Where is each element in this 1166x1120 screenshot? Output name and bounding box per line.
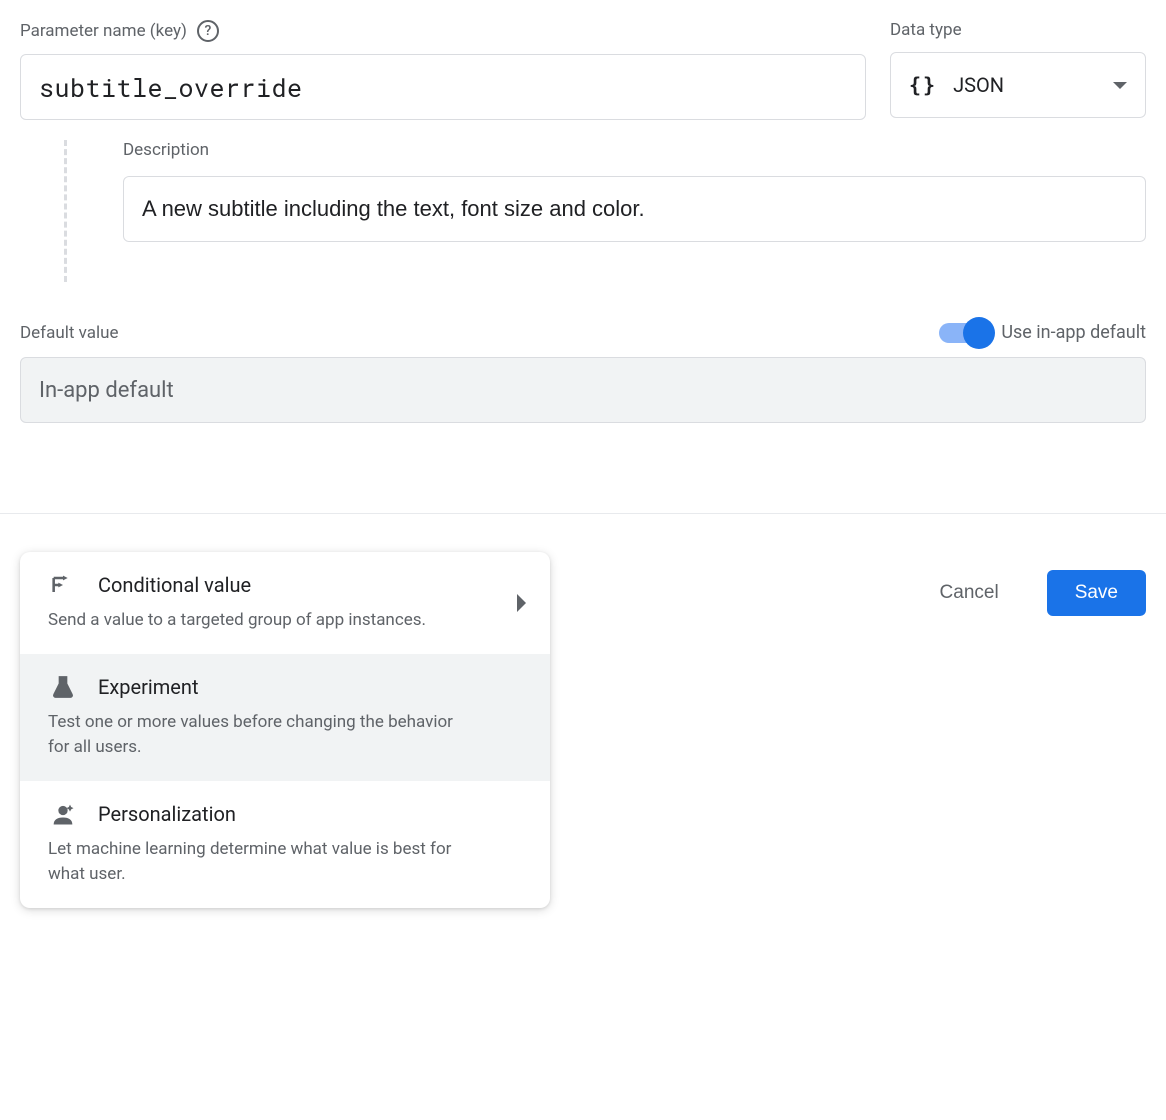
help-icon[interactable]: ? bbox=[197, 20, 219, 42]
default-value-label: Default value bbox=[20, 323, 119, 343]
save-button[interactable]: Save bbox=[1047, 570, 1146, 616]
menu-description: Test one or more values before changing … bbox=[48, 710, 522, 761]
chevron-right-icon bbox=[517, 594, 526, 612]
menu-title: Personalization bbox=[98, 802, 236, 826]
add-new-menu: Conditional value Send a value to a targ… bbox=[20, 552, 550, 908]
menu-item-personalization[interactable]: Personalization Let machine learning det… bbox=[20, 781, 550, 908]
parameter-name-label: Parameter name (key) ? bbox=[20, 20, 866, 42]
description-input[interactable] bbox=[123, 176, 1146, 242]
flask-icon bbox=[48, 672, 78, 702]
menu-description: Send a value to a targeted group of app … bbox=[48, 608, 522, 634]
menu-description: Let machine learning determine what valu… bbox=[48, 837, 522, 888]
menu-item-experiment[interactable]: Experiment Test one or more values befor… bbox=[20, 654, 550, 781]
chevron-down-icon bbox=[1113, 82, 1127, 89]
description-label: Description bbox=[123, 140, 1146, 160]
cancel-button[interactable]: Cancel bbox=[912, 570, 1027, 616]
menu-title: Conditional value bbox=[98, 573, 251, 597]
parameter-name-input[interactable] bbox=[20, 54, 866, 120]
menu-title: Experiment bbox=[98, 675, 199, 699]
data-type-label: Data type bbox=[890, 20, 1146, 40]
json-braces-icon: {} bbox=[909, 73, 937, 97]
conditional-value-icon bbox=[48, 570, 78, 600]
default-value-input: In-app default bbox=[20, 357, 1146, 423]
data-type-select[interactable]: {} JSON bbox=[890, 52, 1146, 118]
toggle-label: Use in-app default bbox=[1001, 322, 1146, 343]
use-in-app-default-toggle[interactable] bbox=[939, 323, 987, 343]
personalization-icon bbox=[48, 799, 78, 829]
menu-item-conditional-value[interactable]: Conditional value Send a value to a targ… bbox=[20, 552, 550, 654]
data-type-value: JSON bbox=[953, 73, 1097, 97]
section-divider bbox=[0, 513, 1166, 514]
